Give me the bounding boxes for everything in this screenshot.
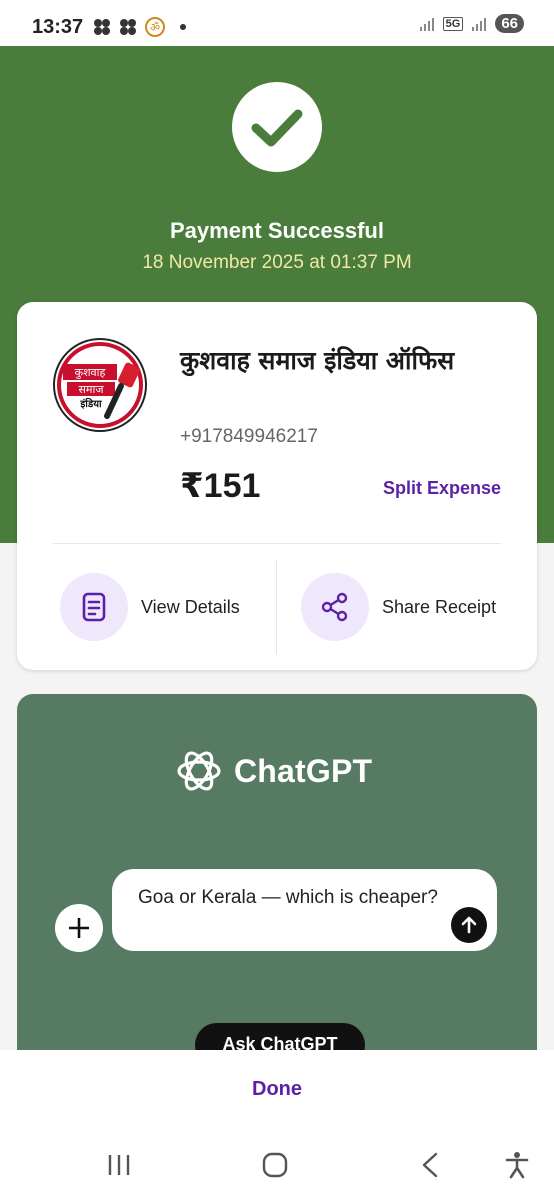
om-notification-icon: ॐ — [145, 17, 165, 37]
recent-apps-button[interactable] — [104, 1150, 134, 1180]
app-notification-icon — [120, 19, 136, 35]
status-right: 5G 66 — [419, 14, 524, 33]
chatgpt-brand: ChatGPT — [174, 746, 372, 796]
recents-icon — [108, 1155, 130, 1175]
battery-icon: 66 — [495, 14, 524, 33]
app-notification-icon — [94, 19, 110, 35]
view-details-label: View Details — [141, 596, 240, 617]
merchant-name: कुशवाह समाज इंडिया ऑफिस — [180, 346, 455, 375]
bottom-bar: Done — [0, 1050, 554, 1200]
back-button[interactable] — [418, 1150, 442, 1180]
merchant-logo: कुशवाह समाज इंडिया — [53, 338, 147, 432]
chatgpt-title: ChatGPT — [234, 752, 373, 789]
plus-icon — [69, 918, 89, 938]
send-button[interactable] — [451, 907, 487, 943]
more-dot-icon — [180, 24, 186, 30]
accessibility-icon — [505, 1152, 529, 1179]
svg-text:समाज: समाज — [78, 383, 104, 396]
openai-logo-icon — [177, 751, 221, 791]
system-nav-bar — [0, 1146, 554, 1186]
success-check-icon — [232, 82, 322, 172]
card-divider — [53, 543, 501, 544]
payment-datetime: 18 November 2025 at 01:37 PM — [142, 252, 412, 273]
payment-card: कुशवाह समाज इंडिया कुशवाह समाज इंडिया ऑफ… — [17, 302, 537, 670]
add-attachment-button[interactable] — [55, 904, 103, 952]
home-button[interactable] — [260, 1150, 290, 1180]
payment-status-title: Payment Successful — [170, 218, 384, 243]
view-details-button[interactable]: View Details — [60, 572, 240, 642]
status-bar: 13:37 ॐ 5G 66 — [0, 0, 554, 46]
share-receipt-label: Share Receipt — [382, 596, 497, 617]
chatgpt-prompt-input[interactable]: Goa or Kerala — which is cheaper? — [112, 869, 497, 951]
arrow-up-icon — [461, 916, 477, 934]
svg-text:ॐ: ॐ — [150, 21, 160, 34]
status-time: 13:37 — [32, 16, 84, 38]
svg-text:कुशवाह: कुशवाह — [75, 366, 106, 379]
payment-amount: ₹151 — [180, 467, 261, 505]
home-icon — [262, 1152, 288, 1178]
svg-text:इंडिया: इंडिया — [79, 397, 102, 410]
accessibility-button[interactable] — [503, 1150, 531, 1180]
notification-icons: ॐ — [92, 16, 186, 38]
share-icon — [301, 573, 369, 641]
back-icon — [422, 1152, 438, 1178]
action-divider — [276, 560, 277, 654]
signal-icon — [419, 17, 434, 31]
merchant-phone: +917849946217 — [180, 426, 318, 447]
network-type: 5G — [442, 16, 464, 31]
document-icon — [60, 573, 128, 641]
split-expense-button[interactable]: Split Expense — [383, 478, 501, 499]
signal-icon — [472, 17, 487, 31]
prompt-text: Goa or Kerala — which is cheaper? — [138, 887, 438, 908]
share-receipt-button[interactable]: Share Receipt — [301, 572, 496, 642]
done-button[interactable]: Done — [0, 1078, 554, 1101]
